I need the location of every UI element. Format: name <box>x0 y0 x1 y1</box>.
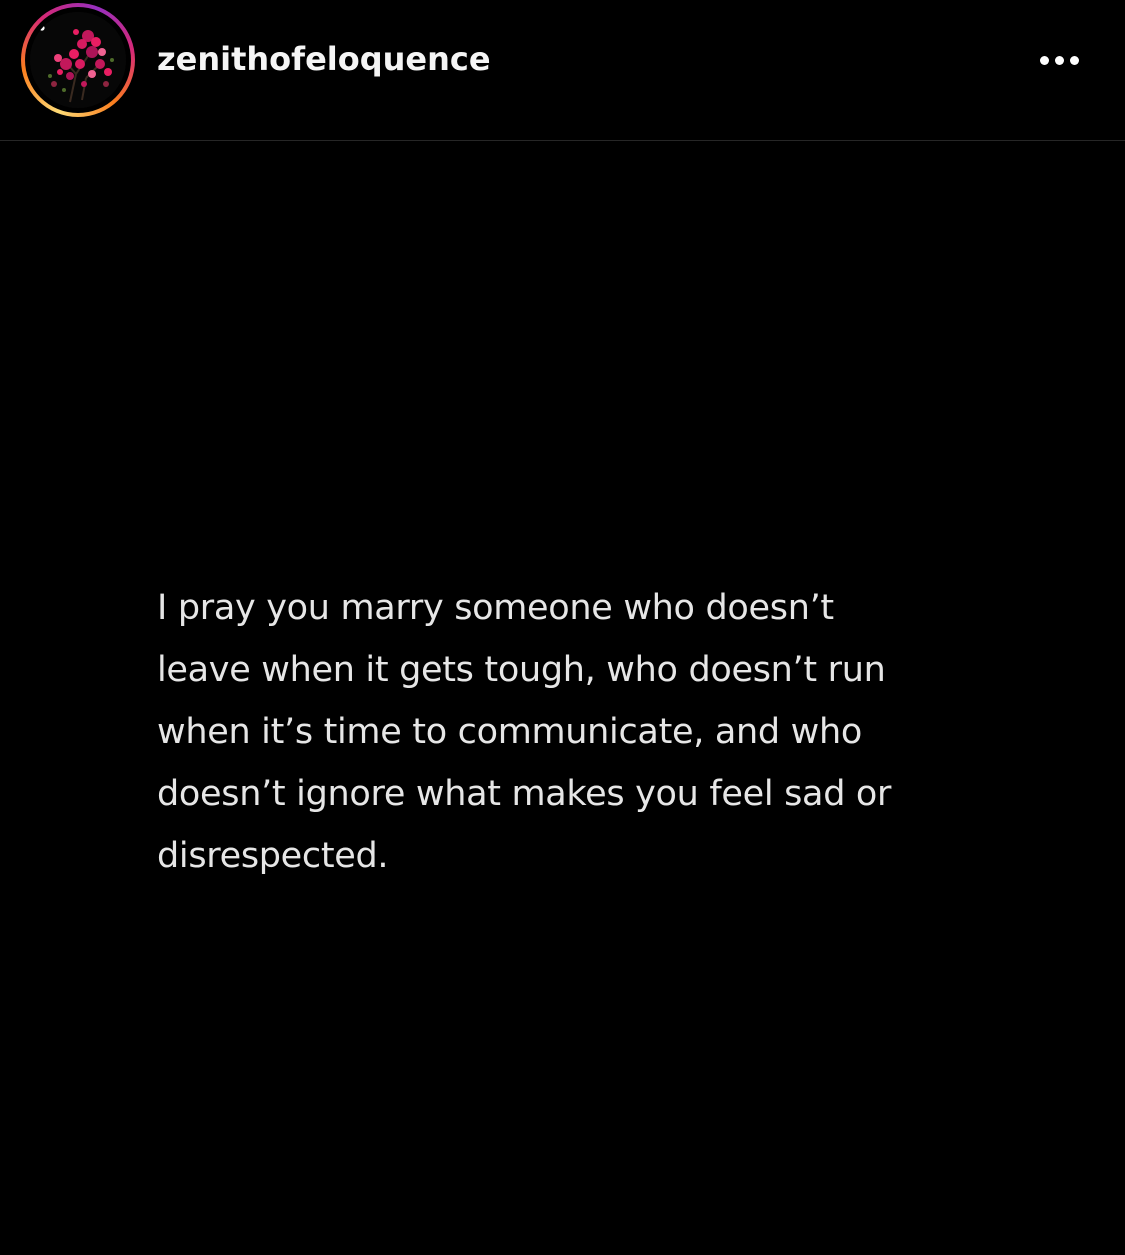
quote-line: doesn’t ignore what makes you feel sad o… <box>157 774 892 814</box>
avatar-ring-gap <box>25 7 131 113</box>
flower-avatar-icon <box>30 12 126 108</box>
post-header: zenithofeloquence <box>0 0 1125 140</box>
quote-line: I pray you marry someone who doesn’t <box>157 588 834 628</box>
more-options-button[interactable] <box>1026 38 1092 82</box>
story-ring-avatar[interactable] <box>21 3 135 117</box>
quote-line: disrespected. <box>157 836 389 876</box>
username-link[interactable]: zenithofeloquence <box>157 38 491 80</box>
quote-text: I pray you marry someone who doesn’t lea… <box>157 577 987 887</box>
quote-line: when it’s time to communicate, and who <box>157 712 862 752</box>
more-horizontal-icon <box>1039 55 1049 65</box>
quote-line: leave when it gets tough, who doesn’t ru… <box>157 650 886 690</box>
more-horizontal-icon-dot <box>1069 55 1079 65</box>
more-horizontal-icon-dot <box>1054 55 1064 65</box>
flower-avatar-image <box>30 12 126 108</box>
